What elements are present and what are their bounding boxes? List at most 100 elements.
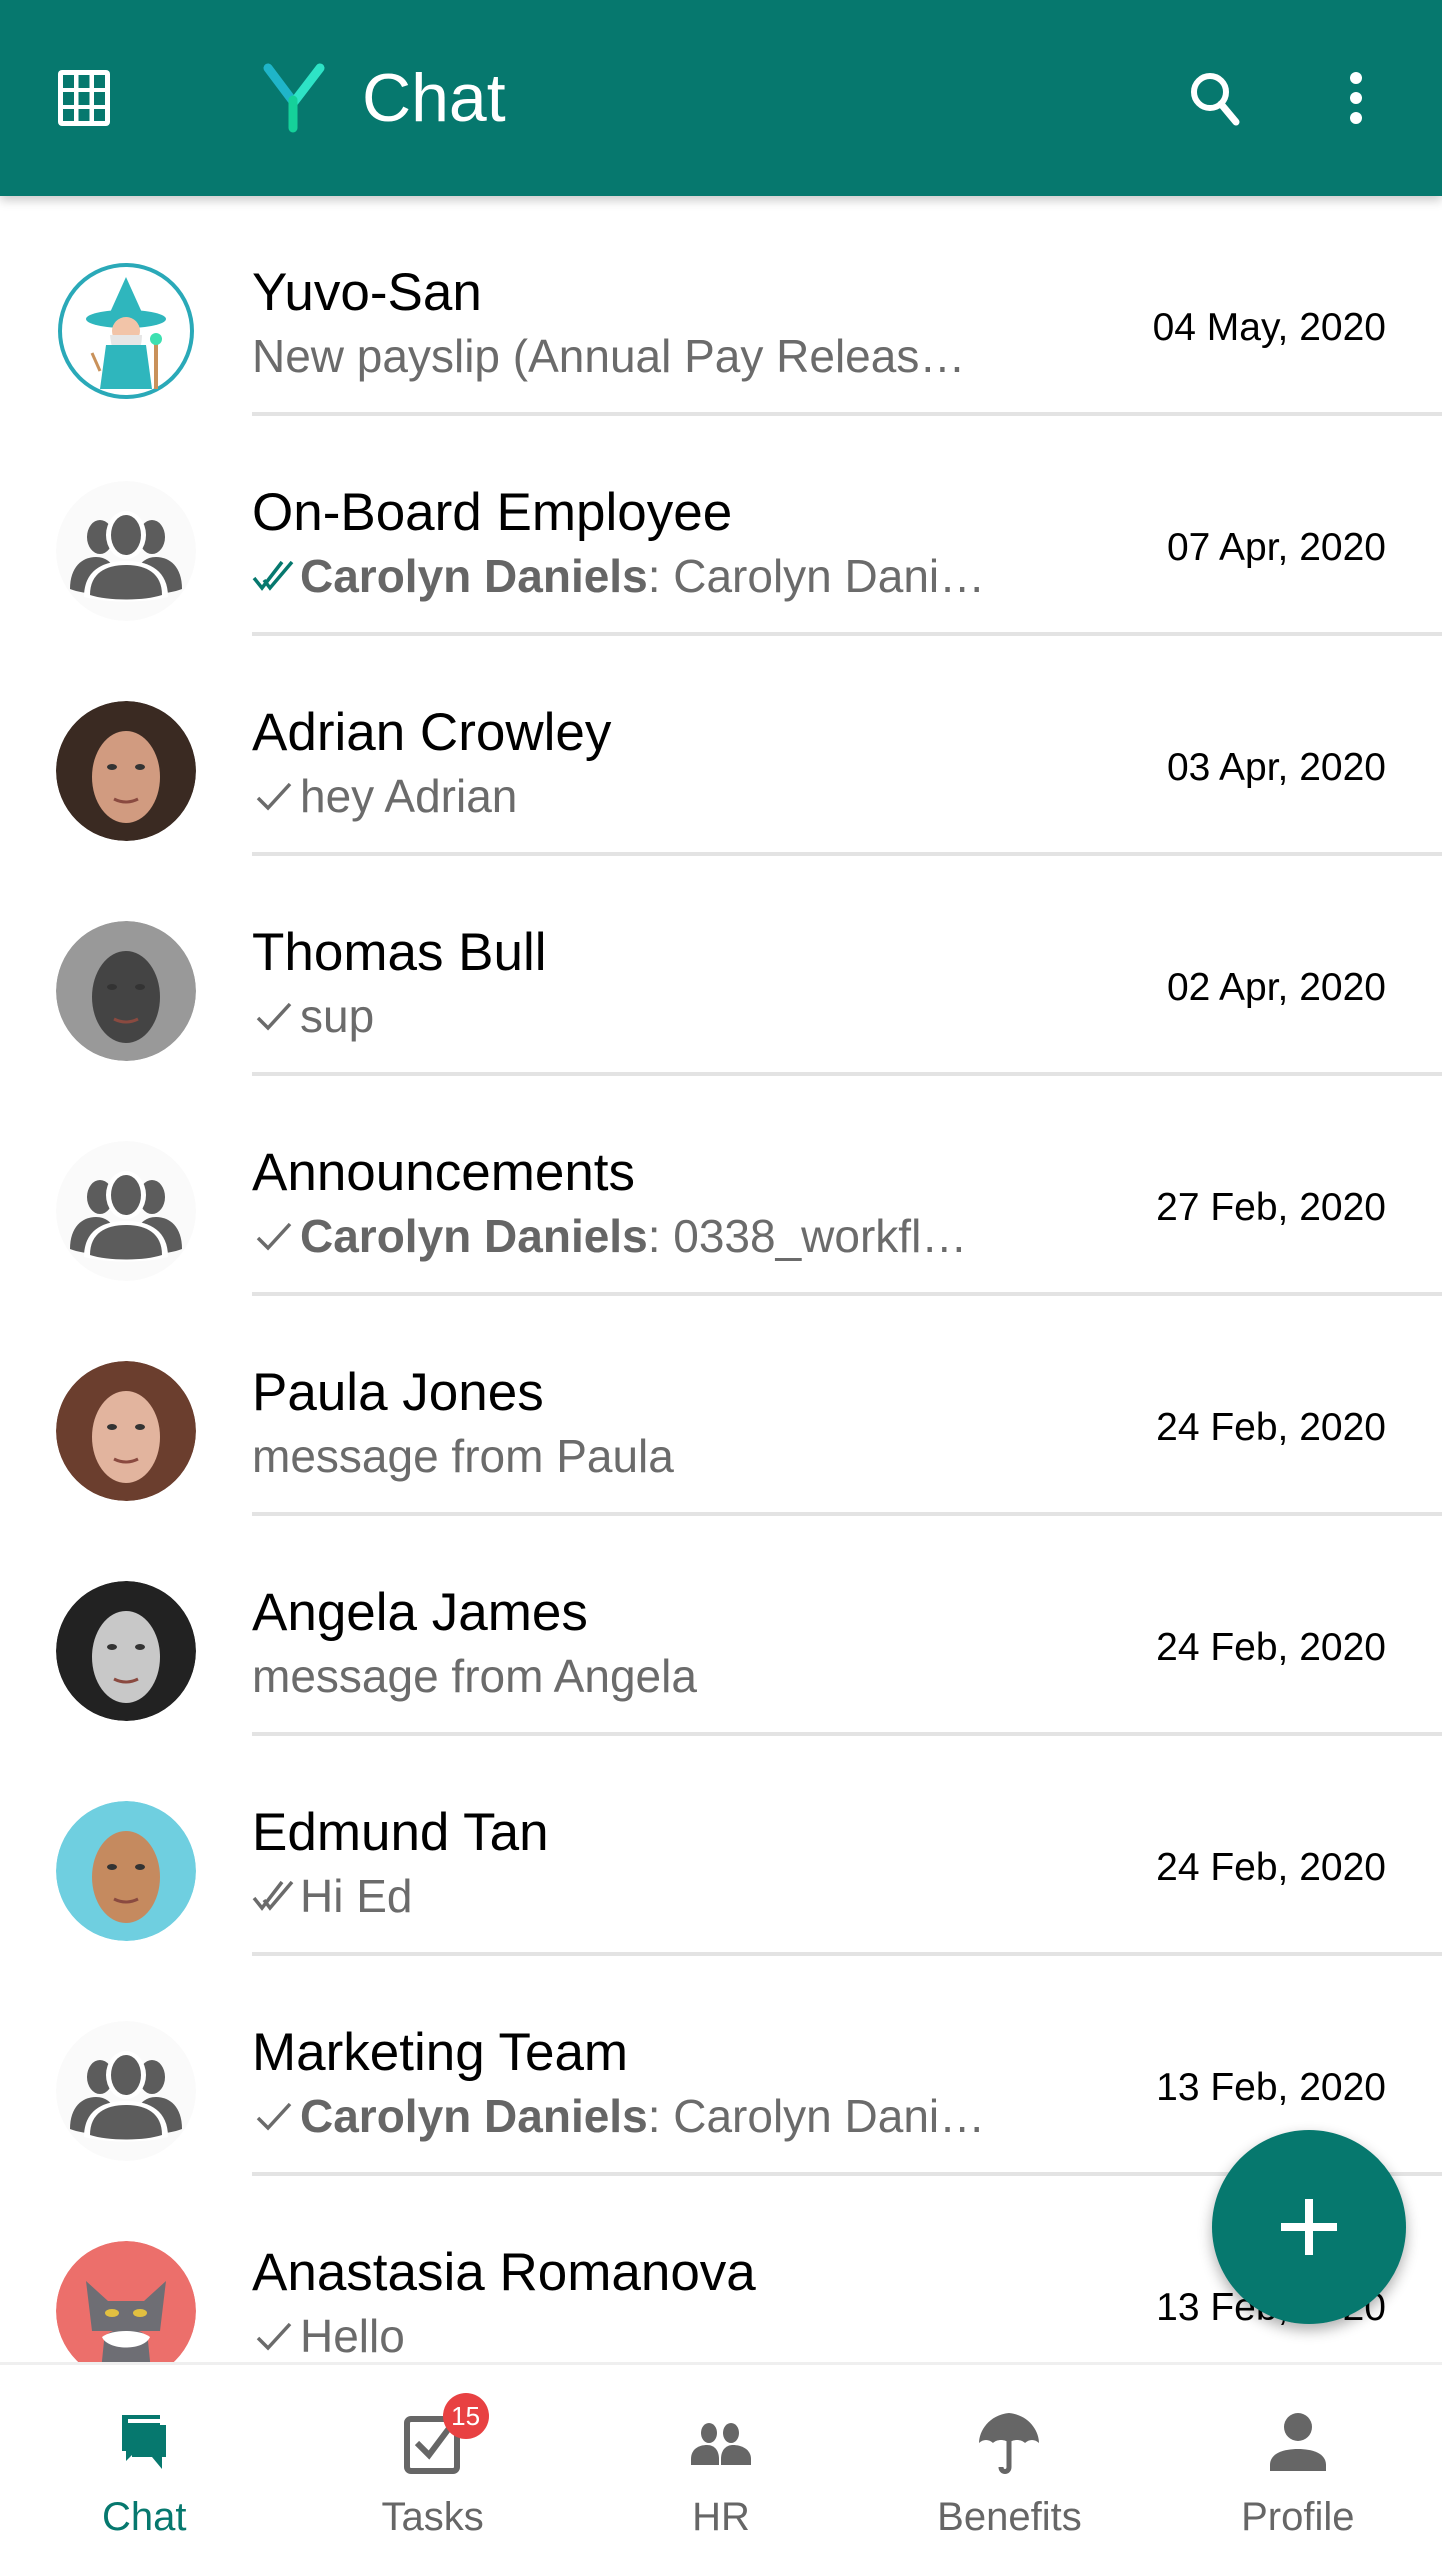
chat-list-item[interactable]: Angela James message from Angela 24 Feb, 2… <box>0 1516 1442 1736</box>
sent-check-icon <box>256 1002 292 1031</box>
yuvo-logo-icon <box>263 63 325 133</box>
person-icon <box>1269 2413 1326 2471</box>
search-button[interactable] <box>1184 66 1248 130</box>
grid-menu-button[interactable] <box>52 66 116 130</box>
search-icon <box>1191 73 1240 126</box>
chat-list-item[interactable]: Thomas Bull sup 02 Apr, 2020 <box>0 856 1442 1076</box>
chat-date: 04 May, 2020 <box>1152 306 1386 349</box>
sent-check-icon <box>256 2102 292 2131</box>
preview-message: Carolyn Dani… <box>673 550 986 602</box>
chat-list-item[interactable]: Marketing Team Carolyn Daniels: Carolyn D… <box>0 1956 1442 2176</box>
umbrella-icon <box>979 2413 1040 2474</box>
chat-preview: Hi Ed <box>252 1868 412 1924</box>
preview-message: message from Paula <box>252 1430 674 1482</box>
sent-check-icon <box>256 782 292 811</box>
chat-preview: Carolyn Daniels: 0338_workfl… <box>252 1208 967 1264</box>
more-vertical-icon <box>1350 72 1362 124</box>
preview-message: 0338_workfl… <box>673 1210 968 1262</box>
more-options-button[interactable] <box>1328 66 1384 130</box>
plus-icon <box>1281 2199 1337 2255</box>
nav-item-hr[interactable]: HR <box>577 2365 865 2562</box>
chat-list-item[interactable]: Announcements Carolyn Daniels: 0338_workf… <box>0 1076 1442 1296</box>
preview-message: message from Angela <box>252 1650 697 1702</box>
avatar <box>56 921 196 1061</box>
chat-name: Announcements <box>252 1143 636 1202</box>
preview-message: sup <box>300 990 375 1042</box>
chat-date: 24 Feb, 2020 <box>1156 1626 1386 1669</box>
preview-message: Carolyn Dani… <box>673 2090 986 2142</box>
chat-name: Edmund Tan <box>252 1803 549 1862</box>
chat-name: Thomas Bull <box>252 923 547 982</box>
page-title: Chat <box>362 60 506 136</box>
group-avatar <box>56 2021 196 2161</box>
chat-date: 02 Apr, 2020 <box>1166 966 1386 1009</box>
chat-date: 24 Feb, 2020 <box>1156 1846 1386 1889</box>
tasks-badge: 15 <box>442 2393 489 2439</box>
avatar <box>56 701 196 841</box>
chat-name: Marketing Team <box>252 2023 629 2082</box>
delivered-double-check-icon <box>252 1880 294 1911</box>
chat-list-item[interactable]: Paula Jones message from Paula 24 Feb, 202… <box>0 1296 1442 1516</box>
sent-check-icon <box>256 2322 292 2351</box>
nav-item-tasks[interactable]: 15 Tasks <box>288 2365 576 2562</box>
nav-label: Chat <box>101 2495 187 2539</box>
chat-name: Paula Jones <box>252 1363 544 1422</box>
avatar <box>56 1581 196 1721</box>
new-chat-button[interactable] <box>1212 2130 1406 2324</box>
nav-label: Tasks <box>381 2495 484 2539</box>
chat-preview: sup <box>252 988 374 1044</box>
chat-list-item[interactable]: On-Board Employee Carolyn Daniels: Caroly… <box>0 416 1442 636</box>
chat-name: On-Board Employee <box>252 483 733 542</box>
chat-name: Anastasia Romanova <box>252 2243 756 2302</box>
chat-date: 24 Feb, 2020 <box>1156 1406 1386 1449</box>
chat-name: Adrian Crowley <box>252 703 612 762</box>
chat-list-item[interactable]: Adrian Crowley hey Adrian 03 Apr, 2020 <box>0 636 1442 856</box>
app-logo <box>258 62 330 134</box>
chat-preview: Hello <box>252 2308 405 2362</box>
avatar <box>56 1801 196 1941</box>
people-icon <box>691 2423 752 2465</box>
chat-preview: hey Adrian <box>252 768 517 824</box>
preview-message: hey Adrian <box>300 770 518 822</box>
chat-preview: Carolyn Daniels: Carolyn Dani… <box>252 2088 985 2144</box>
chat-name: Angela James <box>252 1583 588 1642</box>
preview-separator: : <box>647 1210 674 1262</box>
nav-item-chat[interactable]: Chat <box>0 2365 288 2562</box>
chat-preview: New payslip (Annual Pay Releas… <box>252 328 965 384</box>
nav-label: HR <box>692 2495 750 2539</box>
chat-icon <box>122 2415 169 2472</box>
preview-sender: Carolyn Daniels <box>300 2090 648 2142</box>
avatar <box>56 2241 196 2362</box>
avatar <box>56 1361 196 1501</box>
preview-sender: Carolyn Daniels <box>300 1210 648 1262</box>
chat-name: Yuvo-San <box>252 263 482 322</box>
chat-date: 13 Feb, 2020 <box>1156 2066 1386 2109</box>
preview-message: Hello <box>300 2310 405 2362</box>
chat-date: 03 Apr, 2020 <box>1166 746 1386 789</box>
avatar <box>56 261 196 401</box>
nav-label: Benefits <box>937 2495 1082 2539</box>
chat-date: 07 Apr, 2020 <box>1166 526 1386 569</box>
group-avatar <box>56 1141 196 1281</box>
app-bar: Chat <box>0 0 1442 196</box>
nav-item-profile[interactable]: Profile <box>1154 2365 1442 2562</box>
chat-preview: message from Angela <box>252 1648 697 1704</box>
nav-label: Profile <box>1241 2495 1355 2539</box>
preview-separator: : <box>647 2090 674 2142</box>
chat-preview: message from Paula <box>252 1428 674 1484</box>
preview-separator: : <box>647 550 674 602</box>
group-avatar <box>56 481 196 621</box>
read-double-check-icon <box>252 560 294 591</box>
preview-message: Hi Ed <box>300 1870 413 1922</box>
bottom-navigation: Chat 15 Tasks HR Benefits Profile <box>0 2362 1442 2562</box>
sent-check-icon <box>256 1222 292 1251</box>
chat-list-item[interactable]: Edmund Tan Hi Ed 24 Feb, 2020 <box>0 1736 1442 1956</box>
chat-date: 27 Feb, 2020 <box>1156 1186 1386 1229</box>
chat-list-item[interactable]: Yuvo-San New payslip (Annual Pay Releas… 0… <box>0 196 1442 416</box>
preview-sender: Carolyn Daniels <box>300 550 648 602</box>
chat-preview: Carolyn Daniels: Carolyn Dani… <box>252 548 985 604</box>
preview-message: New payslip (Annual Pay Releas… <box>252 330 966 382</box>
chat-list: Yuvo-San New payslip (Annual Pay Releas… 0… <box>0 196 1442 2362</box>
nav-item-benefits[interactable]: Benefits <box>865 2365 1153 2562</box>
grid-icon <box>58 70 110 126</box>
